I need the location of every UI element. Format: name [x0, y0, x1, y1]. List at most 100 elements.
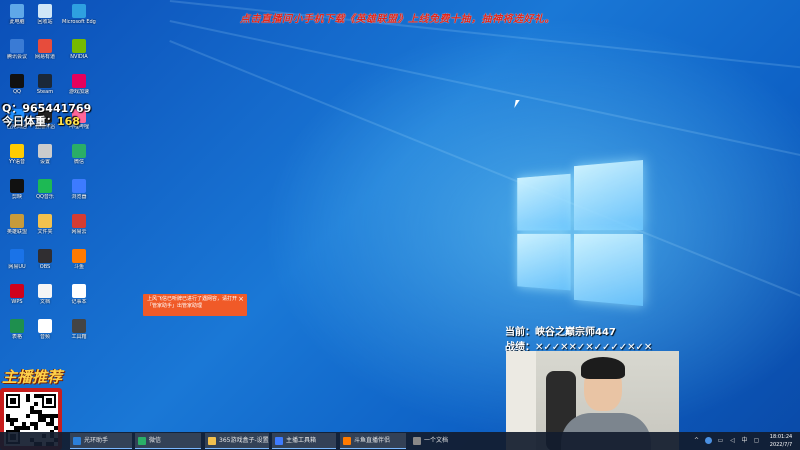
toast-message: 上风飞信已听牌已进行了遇网容，请打开「管家助手」出管家助理 — [147, 296, 238, 309]
streamer-recommend-promo: 主播推荐 — [2, 368, 63, 386]
desktop-icon[interactable]: Microsoft Edge — [62, 4, 96, 25]
app-icon — [72, 249, 86, 263]
desktop-icon[interactable]: 文档 — [28, 284, 62, 305]
app-icon — [38, 249, 52, 263]
desktop-icon[interactable]: 网易有道 — [28, 39, 62, 60]
desktop-icon[interactable]: 记事本 — [62, 284, 96, 305]
today-weight-overlay: 今日体重：168 — [2, 113, 80, 129]
current-rank-row: 当前：峡谷之巅宗师447 — [505, 323, 652, 338]
app-icon — [38, 319, 52, 333]
light-ray — [169, 20, 800, 210]
taskbar-app-label: 365游戏盒子-设置 — [219, 437, 269, 444]
desktop-icon-label: 文档 — [39, 299, 50, 305]
windows-logo-wallpaper — [497, 158, 643, 308]
clock-date: 2022/7/7 — [769, 442, 793, 448]
desktop-icon-label: 网易有道 — [34, 54, 55, 60]
desktop-icon[interactable]: 文件夹 — [28, 214, 62, 235]
volume-icon[interactable]: ◁ — [729, 437, 736, 444]
app-icon — [10, 39, 24, 53]
desktop-icon[interactable]: 回收站 — [28, 4, 62, 25]
clock-time: 18:01:24 — [769, 434, 793, 440]
desktop-icon-label: 回收站 — [37, 19, 53, 25]
desktop-icon[interactable]: 设置 — [28, 144, 62, 165]
desktop-icon[interactable]: 浏览器 — [62, 179, 96, 200]
app-icon — [208, 437, 216, 445]
app-icon — [10, 4, 24, 18]
desktop-icon[interactable]: 网易云 — [62, 214, 96, 235]
desktop-icon-label: 游戏加速 — [68, 89, 89, 95]
taskbar-app-button[interactable]: 斗鱼直播伴侣 — [340, 433, 406, 449]
taskbar-app-label: 一个文档 — [424, 437, 449, 444]
network-icon[interactable]: ▭ — [717, 437, 724, 444]
app-icon — [275, 437, 283, 445]
notification-icon[interactable]: ▢ — [753, 437, 760, 444]
app-icon — [10, 249, 24, 263]
desktop-icon-label: NVIDIA — [70, 54, 88, 60]
app-icon — [343, 437, 351, 445]
stream-banner-text: 点击直播间小手机下载《英雄联盟》上线免费十抽，抽神将选好礼。 — [240, 14, 555, 25]
app-tray-icon[interactable] — [705, 437, 712, 444]
desktop-icon-label: 记事本 — [71, 299, 87, 305]
light-ray — [169, 40, 800, 380]
app-icon — [72, 319, 86, 333]
desktop-icon[interactable]: 微信 — [62, 144, 96, 165]
taskbar-clock[interactable]: 18:01:24 2022/7/7 — [766, 433, 796, 449]
chevron-up-icon[interactable]: ^ — [693, 437, 700, 444]
system-tray: ^ ▭ ◁ 中 ▢ 18:01:24 2022/7/7 — [676, 432, 796, 450]
desktop-icon-label: 网易云 — [71, 229, 87, 235]
notification-toast[interactable]: 上风飞信已听牌已进行了遇网容，请打开「管家助手」出管家助理 × — [143, 294, 247, 316]
taskbar-app-button[interactable]: 微信 — [135, 433, 201, 449]
taskbar-app-button[interactable]: 光环助手 — [70, 433, 132, 449]
app-icon — [10, 74, 24, 88]
app-icon — [72, 39, 86, 53]
app-icon — [72, 74, 86, 88]
app-icon — [38, 4, 52, 18]
desktop-icon[interactable]: OBS — [28, 249, 62, 270]
desktop-icon[interactable]: Steam — [28, 74, 62, 95]
desktop-icon-label: OBS — [39, 264, 51, 270]
taskbar-app-button[interactable]: 一个文档 — [410, 433, 470, 449]
taskbar-app-label: 斗鱼直播伴侣 — [354, 437, 391, 444]
today-weight-label: 今日体重： — [2, 115, 57, 128]
desktop-icon[interactable]: 斗鱼 — [62, 249, 96, 270]
desktop-icon[interactable]: 音频 — [28, 319, 62, 340]
desktop-icon-label: Steam — [36, 89, 54, 95]
desktop-icon-label: 音频 — [39, 334, 50, 340]
desktop-icon-label: 浏览器 — [71, 194, 87, 200]
desktop-icon-label: 文件夹 — [37, 229, 53, 235]
app-icon — [10, 179, 24, 193]
close-icon[interactable]: × — [238, 296, 244, 303]
desktop-icon[interactable]: 工具箱 — [62, 319, 96, 340]
app-icon — [138, 437, 146, 445]
taskbar-app-label: 光环助手 — [84, 437, 109, 444]
desktop-icon[interactable]: QQ音乐 — [28, 179, 62, 200]
app-icon — [38, 144, 52, 158]
app-icon — [72, 144, 86, 158]
desktop-icon[interactable]: NVIDIA — [62, 39, 96, 60]
app-icon — [72, 179, 86, 193]
ime-icon[interactable]: 中 — [741, 437, 748, 444]
desktop-icon-label: 斗鱼 — [73, 264, 84, 270]
desktop-icon[interactable]: 游戏加速 — [62, 74, 96, 95]
desktop-icon-label: QQ音乐 — [36, 194, 54, 200]
app-icon — [73, 437, 81, 445]
desktop-icon-label: 微信 — [73, 159, 84, 165]
mouse-cursor-icon — [514, 100, 520, 108]
app-icon — [38, 74, 52, 88]
desktop-icon-label: 设置 — [39, 159, 50, 165]
app-icon — [10, 144, 24, 158]
app-icon — [72, 4, 86, 18]
app-icon — [38, 39, 52, 53]
taskbar-app-label: 微信 — [149, 437, 162, 444]
app-icon — [72, 214, 86, 228]
app-icon — [38, 284, 52, 298]
desktop-icon-label: 工具箱 — [71, 334, 87, 340]
streamer-info-panel: 当前：峡谷之巅宗师447 战绩：✕✓✓✕✕✓✕✓✓✓✓✕✓✕ — [505, 323, 652, 353]
taskbar-app-button[interactable]: 365游戏盒子-设置 — [205, 433, 269, 449]
taskbar-app-label: 主播工具箱 — [286, 437, 317, 444]
app-icon — [38, 214, 52, 228]
app-icon — [38, 179, 52, 193]
taskbar-app-button[interactable]: 主播工具箱 — [272, 433, 336, 449]
app-icon — [413, 437, 421, 445]
app-icon — [10, 214, 24, 228]
